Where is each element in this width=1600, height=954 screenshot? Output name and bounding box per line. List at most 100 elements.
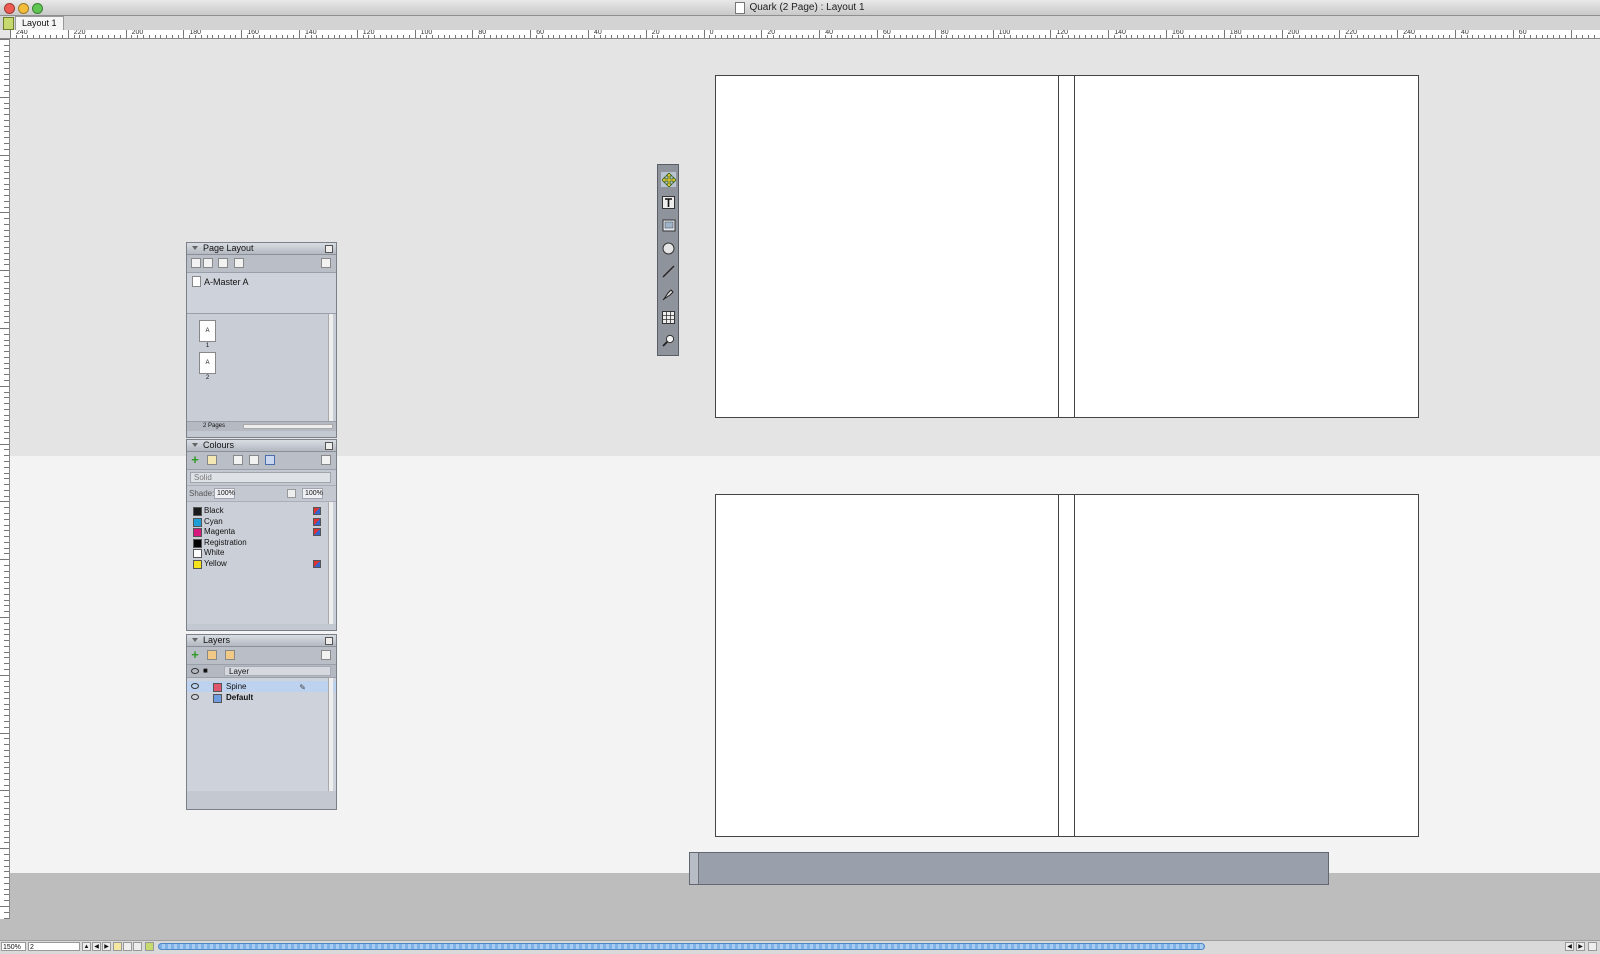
horizontal-scrollbar-thumb[interactable] <box>158 943 1205 950</box>
ruler-tick <box>4 796 9 797</box>
ruler-tick <box>998 35 999 38</box>
master-page-item[interactable]: A-Master A <box>192 276 249 287</box>
palette-zoom-button[interactable] <box>325 245 333 253</box>
opacity-icon <box>287 489 296 498</box>
oval-tool-icon[interactable] <box>661 241 676 256</box>
next-page-icon[interactable]: ▶ <box>102 942 111 951</box>
zoom-window-button[interactable] <box>32 3 43 14</box>
colour-item[interactable]: Cyan <box>187 517 336 528</box>
text-colour-icon[interactable] <box>249 455 259 465</box>
item-tool-icon[interactable] <box>661 172 676 187</box>
apply-master-icon[interactable] <box>234 258 244 268</box>
ruler-tick <box>565 35 566 38</box>
new-facing-page-icon[interactable] <box>203 258 213 268</box>
pages-scrollbar[interactable] <box>328 314 333 421</box>
layer-item[interactable]: Default <box>187 692 336 703</box>
shade-field[interactable]: 100% <box>214 488 235 499</box>
ruler-tick <box>270 35 271 38</box>
layer-list[interactable]: Spine✎Default <box>187 678 336 791</box>
previous-page-icon[interactable]: ◀ <box>92 942 101 951</box>
layer-item[interactable]: Spine✎ <box>187 681 336 692</box>
ruler-tick <box>0 733 9 734</box>
master-pages-area[interactable]: A-Master A <box>187 273 336 314</box>
background-colour-icon[interactable] <box>265 455 275 465</box>
ruler-tick <box>455 35 456 38</box>
colour-item[interactable]: Black <box>187 506 336 517</box>
split-vertical-icon[interactable] <box>133 942 142 951</box>
page-thumbnail-2[interactable]: A <box>199 352 216 374</box>
ruler-tick <box>883 35 884 38</box>
zoom-field[interactable]: 150% <box>1 942 26 951</box>
colour-item[interactable]: Magenta <box>187 527 336 538</box>
delete-layer-icon[interactable] <box>321 650 331 660</box>
layer-visible-icon[interactable] <box>191 683 199 689</box>
pen-tool-icon[interactable] <box>661 287 676 302</box>
scroll-right-icon[interactable]: ▶ <box>1576 942 1585 951</box>
zoom-tool-icon[interactable] <box>661 333 676 348</box>
colours-palette[interactable]: Colours + Solid Shade: 100% 100% BlackCy… <box>186 439 337 631</box>
colour-item[interactable]: Registration <box>187 538 336 549</box>
spine-guide[interactable] <box>1058 76 1075 417</box>
ruler-tick <box>4 663 9 664</box>
close-window-button[interactable] <box>4 3 15 14</box>
delete-colour-icon[interactable] <box>321 455 331 465</box>
pages-horizontal-scrollbar[interactable] <box>243 424 333 429</box>
split-view-icon[interactable] <box>123 942 132 951</box>
new-single-page-icon[interactable] <box>191 258 201 268</box>
fill-type-select[interactable]: Solid <box>190 472 331 483</box>
ruler-tick <box>4 345 9 346</box>
delete-page-icon[interactable] <box>321 258 331 268</box>
page-layout-palette[interactable]: Page Layout A-Master A A 1 A 2 2 Pages <box>186 242 337 438</box>
page-thumbnail-1[interactable]: A <box>199 320 216 342</box>
layers-palette[interactable]: Layers + ■ Layer Spine✎Default <box>186 634 337 810</box>
opacity-field[interactable]: 100% <box>302 488 323 499</box>
page-menu-icon[interactable]: ▲ <box>82 942 91 951</box>
ruler-tick <box>386 35 387 38</box>
merge-layers-icon[interactable] <box>225 650 235 660</box>
page-field[interactable]: 2 <box>28 942 80 951</box>
tools-palette[interactable] <box>657 164 679 356</box>
colour-list[interactable]: BlackCyanMagentaRegistrationWhiteYellow <box>187 502 336 624</box>
edit-colour-icon[interactable] <box>207 455 217 465</box>
table-tool-icon[interactable] <box>661 310 676 325</box>
page-layout-header[interactable]: Page Layout <box>187 243 336 255</box>
preview-icon[interactable] <box>145 942 154 951</box>
layer-column-label[interactable]: Layer <box>224 666 331 676</box>
text-content-tool-icon[interactable] <box>661 195 676 210</box>
frame-colour-icon[interactable] <box>233 455 243 465</box>
tab-layout-1[interactable]: Layout 1 <box>15 16 64 30</box>
ruler-tick <box>4 715 9 716</box>
fill-type-row: Solid <box>187 470 336 486</box>
ruler-tick <box>1519 35 1520 38</box>
horizontal-ruler[interactable]: 2402202001801601401201008060402002040608… <box>10 30 1600 39</box>
ruler-tick <box>1565 35 1566 38</box>
line-tool-icon[interactable] <box>661 264 676 279</box>
ruler-tick <box>253 35 254 38</box>
ruler-tick <box>588 30 589 38</box>
picture-content-tool-icon[interactable] <box>661 218 676 233</box>
page-spread-1[interactable] <box>715 75 1419 418</box>
palette-zoom-button[interactable] <box>325 442 333 450</box>
colour-item[interactable]: White <box>187 548 336 559</box>
move-to-layer-icon[interactable] <box>207 650 217 660</box>
layer-visible-icon[interactable] <box>191 694 199 700</box>
layer-list-scrollbar[interactable] <box>328 678 333 791</box>
measurements-palette[interactable] <box>689 852 1329 885</box>
colours-header[interactable]: Colours <box>187 440 336 452</box>
vertical-ruler[interactable] <box>0 39 10 919</box>
palette-zoom-button[interactable] <box>325 637 333 645</box>
duplicate-page-icon[interactable] <box>218 258 228 268</box>
layers-header[interactable]: Layers <box>187 635 336 647</box>
minimize-window-button[interactable] <box>18 3 29 14</box>
layout-view-icon[interactable] <box>113 942 122 951</box>
spine-guide[interactable] <box>1058 495 1075 836</box>
colour-list-scrollbar[interactable] <box>328 502 333 624</box>
resize-grip-icon[interactable] <box>1588 942 1597 951</box>
colour-item[interactable]: Yellow <box>187 559 336 570</box>
new-layer-icon[interactable]: + <box>190 650 200 660</box>
scroll-left-icon[interactable]: ◀ <box>1565 942 1574 951</box>
measurements-palette-grip[interactable] <box>690 853 699 884</box>
document-pages-area[interactable]: A 1 A 2 <box>187 314 336 421</box>
new-colour-icon[interactable]: + <box>190 455 200 465</box>
page-spread-2[interactable] <box>715 494 1419 837</box>
